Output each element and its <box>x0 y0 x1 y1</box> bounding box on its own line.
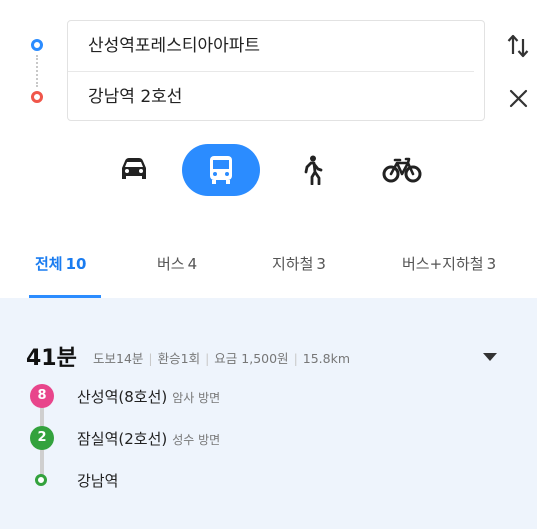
walk-icon <box>304 155 323 185</box>
line-2-badge: 2 <box>30 426 54 450</box>
route-duration: 41분 <box>26 346 77 371</box>
chevron-down-icon[interactable] <box>481 349 499 363</box>
origin-marker-icon <box>31 39 43 51</box>
tab-bus[interactable]: 버스 4 <box>157 253 197 274</box>
station-name: 강남역 <box>77 472 119 490</box>
car-mode-button[interactable] <box>108 144 160 196</box>
bus-icon <box>210 156 232 184</box>
line-8-badge: 8 <box>30 384 54 408</box>
search-box: 산성역포레스티아아파트 강남역 2호선 <box>67 20 485 121</box>
result-tabs: 전체 10 버스 4 지하철 3 버스+지하철 3 <box>0 236 537 298</box>
transfer-count: 환승1회 <box>157 351 201 366</box>
route-summary: 도보14분 | 환승1회 | 요금 1,500원 | 15.8km <box>93 351 351 366</box>
close-icon[interactable] <box>506 83 532 113</box>
swap-icon[interactable] <box>505 30 531 60</box>
station-name: 잠실역(2호선) <box>77 430 168 448</box>
route-card[interactable]: 41분 도보14분 | 환승1회 | 요금 1,500원 | 15.8km 8 산성역(8호… <box>0 298 537 529</box>
car-icon <box>122 158 146 179</box>
direction: 암사 방면 <box>172 391 221 405</box>
route-connector <box>36 55 38 87</box>
bike-mode-button[interactable] <box>372 144 432 196</box>
direction: 성수 방면 <box>172 433 221 447</box>
walk-mode-button[interactable] <box>288 144 336 196</box>
tab-bus-subway[interactable]: 버스+지하철 3 <box>402 253 496 274</box>
walk-time: 도보14분 <box>93 351 144 366</box>
route-step[interactable]: 잠실역(2호선) 성수 방면 <box>77 428 220 449</box>
bus-mode-button[interactable] <box>182 144 260 196</box>
arrival-marker-icon <box>35 474 47 486</box>
route-segment-line <box>40 448 44 476</box>
bike-icon <box>382 157 422 183</box>
tab-subway[interactable]: 지하철 3 <box>272 253 326 274</box>
destination-marker-icon <box>31 91 43 103</box>
tab-all[interactable]: 전체 10 <box>35 253 86 274</box>
origin-input[interactable]: 산성역포레스티아아파트 <box>88 21 474 71</box>
destination-input[interactable]: 강남역 2호선 <box>68 71 474 122</box>
route-step[interactable]: 강남역 <box>77 470 118 491</box>
distance: 15.8km <box>302 351 351 366</box>
route-step[interactable]: 산성역(8호선) 암사 방면 <box>77 386 220 407</box>
station-name: 산성역(8호선) <box>77 388 168 406</box>
fare: 요금 1,500원 <box>214 351 289 366</box>
